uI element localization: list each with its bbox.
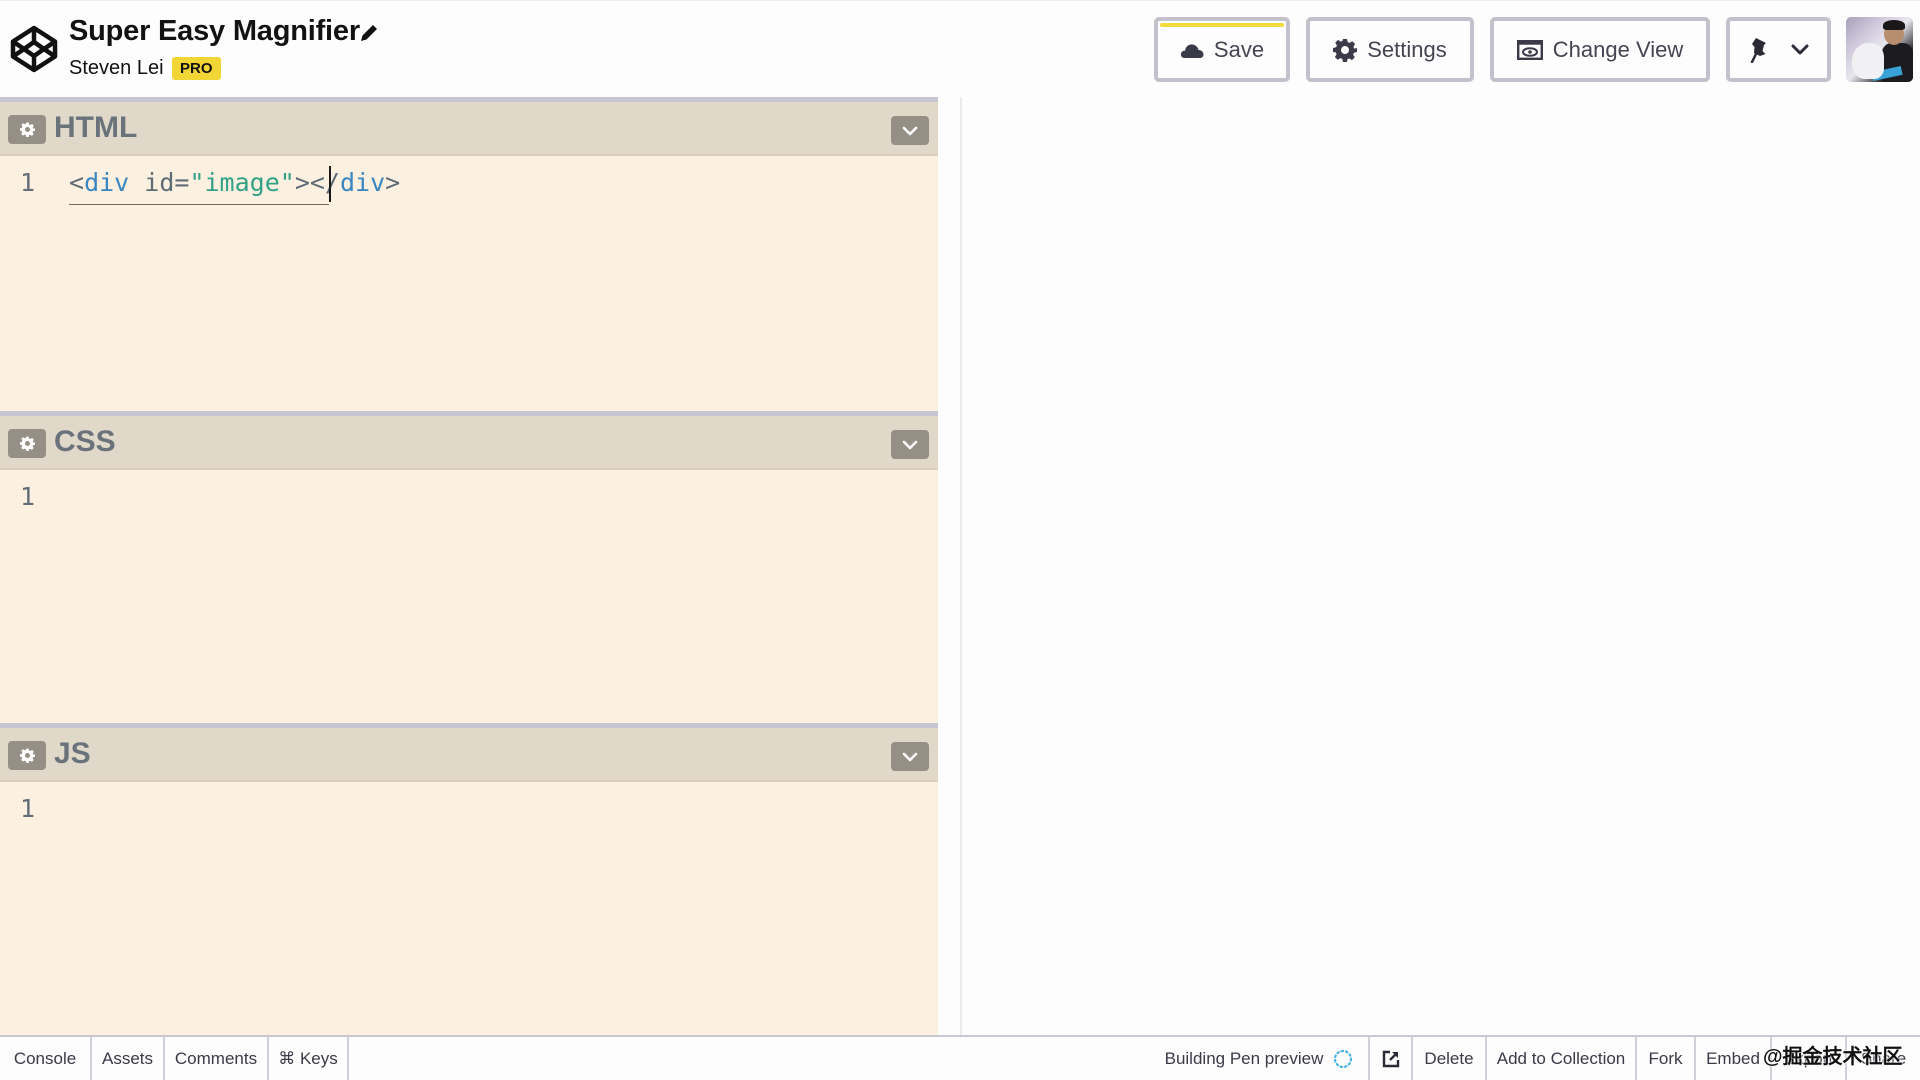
settings-button[interactable]: Settings [1306,17,1474,82]
gear-icon [19,748,35,763]
external-link-icon [1382,1050,1399,1067]
save-button[interactable]: Save [1154,17,1290,82]
open-external-button[interactable] [1370,1037,1413,1080]
save-label: Save [1213,36,1265,62]
export-button[interactable]: Export [1772,1037,1847,1080]
token-bracket: < [69,168,85,197]
chevron-down-icon [902,752,918,761]
html-panel-header: HTML [0,102,938,156]
pin-menu-button[interactable] [1726,17,1831,82]
css-panel-title: CSS [54,425,116,458]
editor-column: HTML 1 <div id="image"></div> CSS 1 JS 1 [0,97,938,1036]
cloud-icon [1180,43,1204,58]
html-panel-title: HTML [54,111,138,144]
console-button[interactable]: Console [0,1037,92,1080]
status-text: Building Pen preview [1164,1048,1324,1068]
comments-button[interactable]: Comments [165,1037,269,1080]
codepen-logo-icon[interactable] [10,25,58,73]
pen-title[interactable]: Super Easy Magnifier [69,15,360,48]
js-code-editor[interactable]: 1 [0,782,938,1036]
fork-button[interactable]: Fork [1637,1037,1696,1080]
js-settings-button[interactable] [8,741,46,770]
keys-button[interactable]: ⌘ Keys [269,1037,349,1080]
css-settings-button[interactable] [8,429,46,458]
chevron-down-icon [902,440,918,449]
preview-status: Building Pen preview [1150,1037,1370,1080]
footer-bar: Console Assets Comments ⌘ Keys Building … [0,1035,1920,1080]
line-number: 1 [20,794,36,823]
user-avatar[interactable] [1846,17,1913,82]
js-editor-panel: JS 1 [0,723,938,1036]
line-number: 1 [20,168,36,197]
text-cursor [329,166,331,202]
html-settings-button[interactable] [8,115,46,144]
code-line: <div id="image"></div> [69,168,400,197]
html-editor-panel: HTML 1 <div id="image"></div> [0,97,938,411]
tag-match-underline [69,204,329,205]
token-tag: div [339,168,386,197]
token-bracket: > [294,168,310,197]
pro-badge: PRO [172,57,221,80]
gear-icon [1333,38,1358,62]
assets-button[interactable]: Assets [92,1037,165,1080]
css-panel-header: CSS [0,416,938,470]
change-view-button[interactable]: Change View [1490,17,1710,82]
share-button[interactable]: Share [1847,1037,1920,1080]
embed-button[interactable]: Embed [1696,1037,1772,1080]
line-number: 1 [20,482,36,511]
window-eye-icon [1516,39,1543,60]
token-attribute: id [144,168,175,197]
change-view-label: Change View [1552,36,1684,62]
js-panel-title: JS [54,737,91,770]
gear-icon [19,436,35,451]
author-name[interactable]: Steven Lei [69,57,164,80]
preview-pane[interactable] [962,97,1920,1036]
delete-button[interactable]: Delete [1413,1037,1487,1080]
token-tag: div [84,168,130,197]
html-collapse-button[interactable] [891,116,929,145]
gear-icon [19,122,35,137]
unsaved-indicator [1160,23,1284,27]
js-collapse-button[interactable] [891,742,929,771]
css-code-editor[interactable]: 1 [0,470,938,723]
js-panel-header: JS [0,728,938,782]
css-collapse-button[interactable] [891,430,929,459]
token-equals: = [174,168,190,197]
css-editor-panel: CSS 1 [0,411,938,723]
add-to-collection-button[interactable]: Add to Collection [1487,1037,1637,1080]
html-code-editor[interactable]: 1 <div id="image"></div> [0,156,938,411]
pencil-edit-icon[interactable] [358,22,380,44]
token-bracket: </ [309,168,340,197]
chevron-down-icon [1791,44,1808,54]
chevron-down-icon [902,126,918,135]
app-header: Super Easy Magnifier Steven Lei PRO Save… [0,0,1920,97]
pin-icon [1750,37,1766,63]
loading-spinner-icon [1334,1049,1353,1068]
settings-label: Settings [1367,36,1447,62]
token-bracket: > [385,168,401,197]
token-string: "image" [189,168,295,197]
